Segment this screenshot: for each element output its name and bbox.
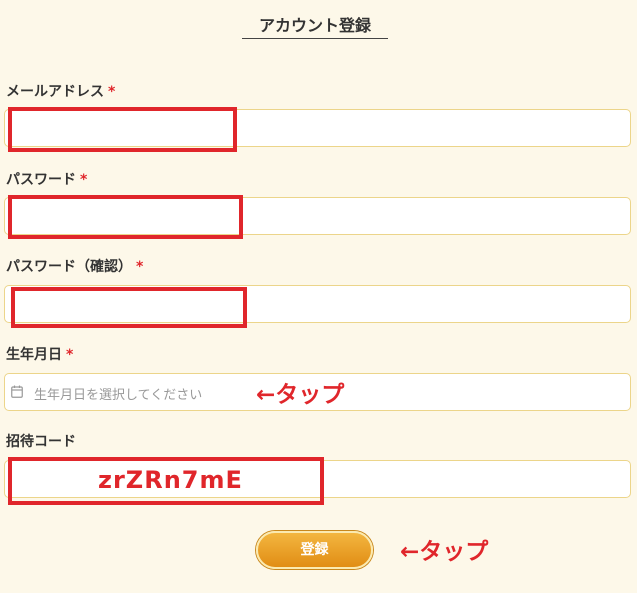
birthdate-label: 生年月日 * (6, 344, 73, 364)
register-button[interactable]: 登録 (256, 531, 373, 569)
highlight-box-password-confirm (11, 287, 247, 328)
required-mark: * (108, 84, 116, 100)
required-mark: * (136, 259, 144, 275)
tap-annotation-submit: ←タップ (400, 539, 489, 565)
password-label: パスワード * (6, 169, 87, 189)
title-underline (242, 38, 388, 39)
password-label-text: パスワード (6, 172, 76, 188)
invite-code-label: 招待コード (6, 434, 76, 450)
calendar-icon (11, 385, 23, 398)
highlight-box-password (8, 195, 243, 239)
email-label-text: メールアドレス (6, 84, 104, 100)
required-mark: * (80, 172, 88, 188)
tap-annotation-birthdate: ←タップ (256, 382, 345, 408)
highlight-box-email (8, 107, 237, 152)
birthdate-placeholder: 生年月日を選択してください (34, 388, 203, 403)
email-label: メールアドレス * (6, 81, 115, 101)
invite-code-value: zrZRn7mE (98, 466, 243, 494)
page-title: アカウント登録 (258, 16, 371, 35)
birthdate-label-text: 生年月日 (6, 347, 62, 363)
password-confirm-label-text: パスワード（確認） (6, 259, 132, 275)
required-mark: * (66, 347, 74, 363)
password-confirm-label: パスワード（確認） * (6, 256, 143, 276)
